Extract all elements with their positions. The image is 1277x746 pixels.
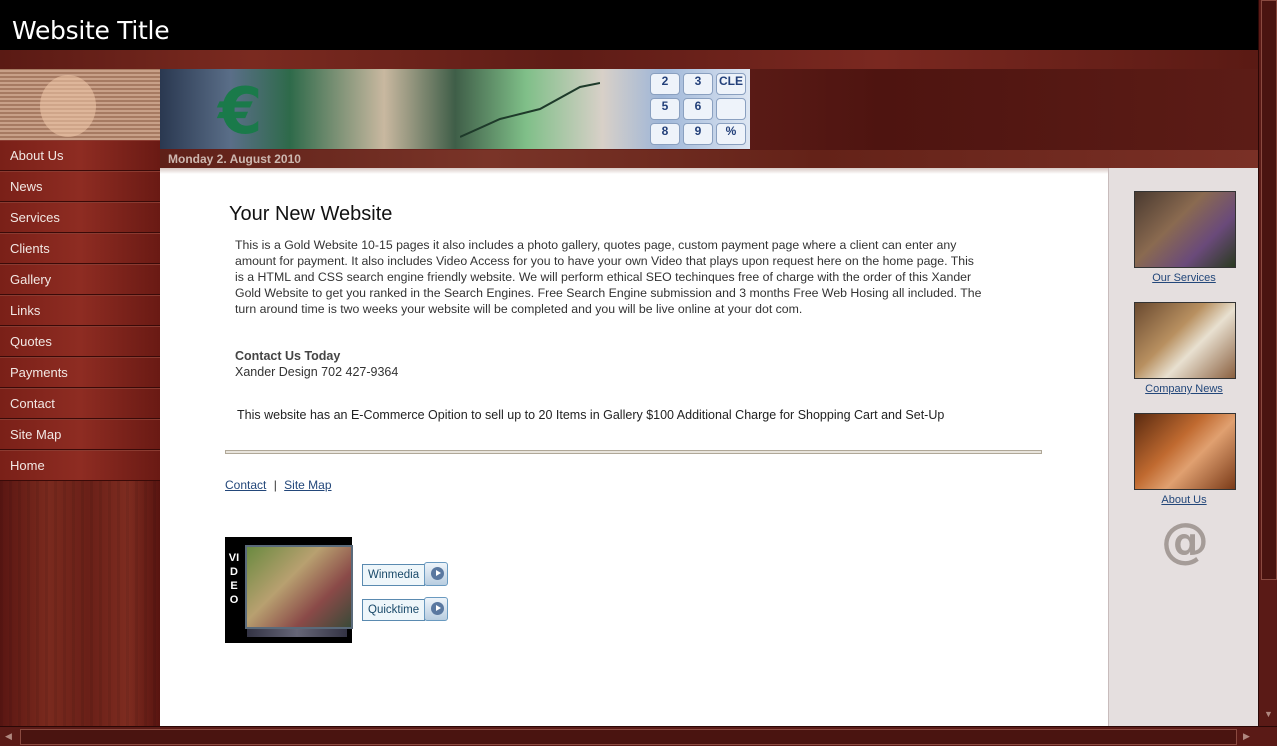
horizontal-scrollbar[interactable]: ◀ ▶ <box>0 726 1277 746</box>
keypad-key: 5 <box>650 98 680 120</box>
site-title: Website Title <box>12 16 170 45</box>
keypad-key: 2 <box>650 73 680 95</box>
current-date: Monday 2. August 2010 <box>168 152 301 166</box>
main-content: Your New Website This is a Gold Website … <box>160 168 1108 726</box>
horizontal-scroll-thumb[interactable] <box>20 729 1237 745</box>
scroll-down-arrow-icon[interactable]: ▼ <box>1264 709 1273 719</box>
vertical-scroll-thumb[interactable] <box>1261 0 1277 580</box>
sidebar-item-services[interactable]: Services <box>0 202 160 233</box>
keypad-key: 8 <box>650 123 680 145</box>
sidebar-item-links[interactable]: Links <box>0 295 160 326</box>
footer-contact-link[interactable]: Contact <box>225 478 266 492</box>
keypad-key: % <box>716 123 746 145</box>
header: Website Title <box>0 0 1258 50</box>
right-column: Our Services Company News About Us @ <box>1108 168 1259 726</box>
scroll-right-arrow-icon[interactable]: ▶ <box>1243 731 1250 742</box>
winmedia-button[interactable]: Winmedia <box>362 564 425 586</box>
quicktime-button[interactable]: Quicktime <box>362 599 425 621</box>
video-controls <box>247 629 347 637</box>
footer-site-map-link[interactable]: Site Map <box>284 478 331 492</box>
winmedia-play-icon[interactable] <box>424 562 448 586</box>
banner-collage-image: € 2 3 CLE 5 6 8 9 % <box>160 69 750 149</box>
ecommerce-note: This website has an E-Commerce Opition t… <box>237 408 945 422</box>
sidebar-item-gallery[interactable]: Gallery <box>0 264 160 295</box>
company-news-link[interactable]: Company News <box>1109 383 1259 395</box>
header-strip <box>0 50 1258 69</box>
keypad-key: 3 <box>683 73 713 95</box>
footer-separator: | <box>273 478 277 492</box>
contact-heading: Contact Us Today <box>235 349 341 363</box>
keypad-key <box>716 98 746 120</box>
scroll-left-arrow-icon[interactable]: ◀ <box>5 731 12 742</box>
sidebar-item-quotes[interactable]: Quotes <box>0 326 160 357</box>
contact-phone: Xander Design 702 427-9364 <box>235 365 399 379</box>
video-thumbnail[interactable]: VIDEO <box>225 537 353 643</box>
keypad-key: 9 <box>683 123 713 145</box>
euro-icon: € <box>218 75 263 149</box>
banner-keypad-graphic: 2 3 CLE 5 6 8 9 % <box>646 69 750 149</box>
divider <box>225 450 1042 454</box>
keypad-key: CLE <box>716 73 746 95</box>
sidebar-item-payments[interactable]: Payments <box>0 357 160 388</box>
our-services-image[interactable] <box>1134 191 1236 268</box>
sidebar-item-about-us[interactable]: About Us <box>0 140 160 171</box>
footer-links: Contact | Site Map <box>225 478 332 492</box>
sidebar-nav: About Us News Services Clients Gallery L… <box>0 140 160 726</box>
banner-chart-graphic <box>460 82 600 138</box>
our-services-link[interactable]: Our Services <box>1109 272 1259 284</box>
sidebar-item-news[interactable]: News <box>0 171 160 202</box>
quicktime-play-icon[interactable] <box>424 597 448 621</box>
company-news-image[interactable] <box>1134 302 1236 379</box>
date-bar: Monday 2. August 2010 <box>160 150 1258 168</box>
banner-portrait-image <box>0 69 160 140</box>
sidebar-item-home[interactable]: Home <box>0 450 160 481</box>
intro-paragraph: This is a Gold Website 10-15 pages it al… <box>235 238 982 316</box>
sidebar-item-site-map[interactable]: Site Map <box>0 419 160 450</box>
sidebar-item-contact[interactable]: Contact <box>0 388 160 419</box>
page-title: Your New Website <box>229 203 393 225</box>
about-us-link[interactable]: About Us <box>1109 494 1259 506</box>
content-shadow <box>160 168 1108 174</box>
keypad-key: 6 <box>683 98 713 120</box>
vertical-scrollbar[interactable]: ▲ ▼ <box>1258 0 1277 726</box>
about-us-image[interactable] <box>1134 413 1236 490</box>
email-at-icon[interactable]: @ <box>1161 513 1209 569</box>
video-label: VIDEO <box>228 552 240 606</box>
video-preview-image <box>245 545 353 629</box>
sidebar-item-clients[interactable]: Clients <box>0 233 160 264</box>
